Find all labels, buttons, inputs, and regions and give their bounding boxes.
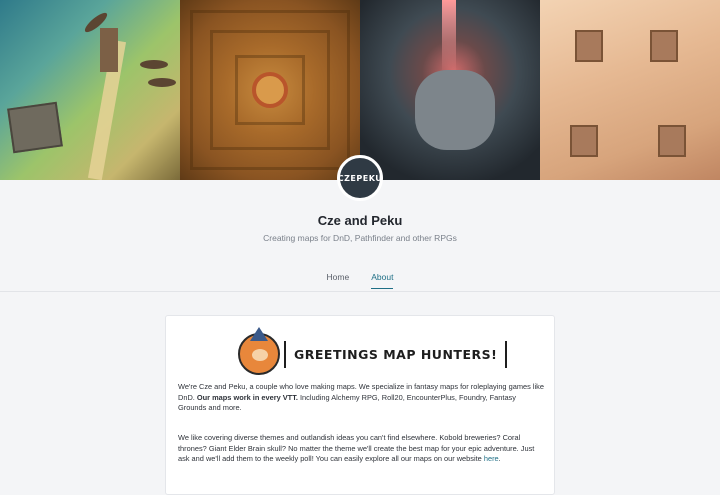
about-paragraph-2-start: We like covering diverse themes and outl… [178,433,535,464]
page-title: Cze and Peku [317,213,403,228]
creator-avatar-icon[interactable]: CZEPEKU [337,155,383,201]
cover-map-cave [360,0,540,180]
tab-divider [0,291,720,292]
tab-bar: Home About [0,272,720,289]
tab-about[interactable]: About [371,272,394,289]
about-paragraph-2-end: . [498,454,501,464]
about-heading: GREETINGS MAP HUNTERS! [284,340,508,368]
about-paragraph-1-bold: Our maps work in every VTT. [196,392,298,402]
tab-home[interactable]: Home [327,272,350,289]
page-subtitle: Creating maps for DnD, Pathfinder and ot… [263,233,457,243]
cover-banner [0,0,720,180]
about-header: GREETINGS MAP HUNTERS! [238,327,508,375]
website-link[interactable]: here [484,454,499,463]
fox-wizard-mascot-icon [238,327,280,375]
cover-map-temple [540,0,720,180]
cover-map-coast [0,0,180,180]
about-card: GREETINGS MAP HUNTERS! We're Cze and Pek… [165,315,555,495]
cover-map-maze [180,0,360,180]
avatar-text: CZEPEKU [337,173,383,183]
about-paragraph-1: We're Cze and Peku, a couple who love ma… [178,382,544,414]
about-paragraph-2: We like covering diverse themes and outl… [178,433,544,465]
